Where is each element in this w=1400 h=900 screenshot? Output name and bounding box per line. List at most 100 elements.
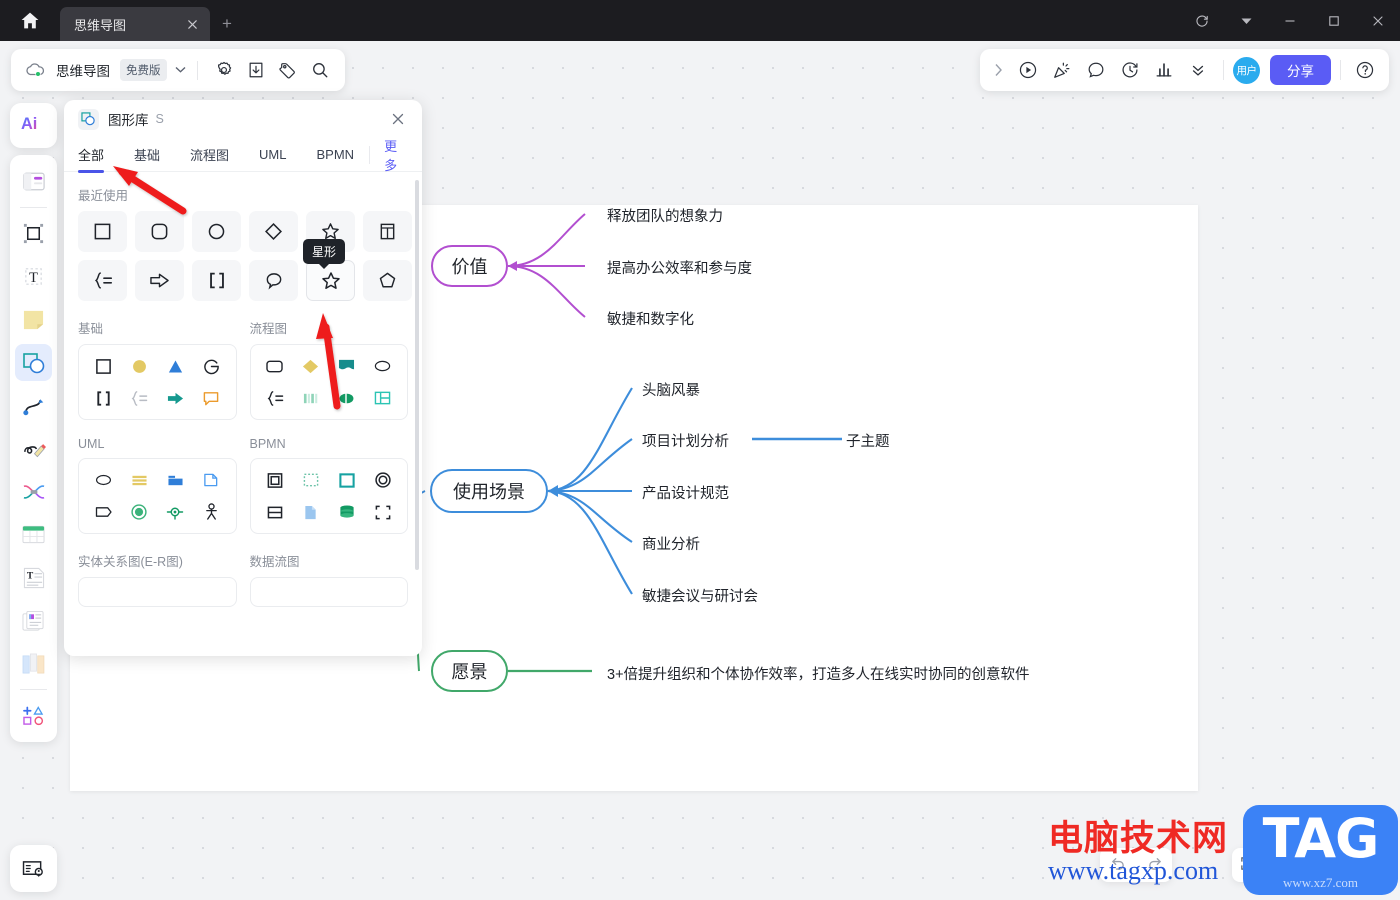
mindmap-leaf-1-4[interactable]: 敏捷会议与研讨会 [642,585,758,606]
download-icon[interactable] [241,55,271,85]
table-split-shape[interactable] [367,386,399,410]
mindmap-node-root-1[interactable]: 使用场景 [430,469,548,513]
tab-uml[interactable]: UML [259,147,286,162]
mindmap-subtopic[interactable]: 子主题 [846,430,890,451]
document-name[interactable]: 思维导图 [56,60,110,80]
sidebar-item-connector-tool[interactable] [15,387,52,424]
expand-chevron-right-icon[interactable] [986,55,1010,85]
terminator-ellipse-shape[interactable] [367,354,399,378]
share-button[interactable]: 分享 [1270,55,1331,85]
sidebar-item-presentation-board-tool[interactable] [10,845,57,892]
search-icon[interactable] [305,55,335,85]
block-arrow-shape[interactable] [135,260,184,301]
close-window-button[interactable] [1356,0,1400,41]
sidebar-item-template-tool[interactable] [15,163,52,200]
avatar[interactable]: 用户 [1233,56,1260,84]
comment-icon[interactable] [1079,55,1112,85]
triangle-filled-shape[interactable] [159,354,191,378]
uml-note-shape[interactable] [195,468,227,492]
decision-diamond-shape[interactable] [295,354,327,378]
square-shape[interactable] [78,211,127,252]
sidebar-item-text-doc-tool[interactable]: T [15,559,52,596]
uml-package-shape[interactable] [159,468,191,492]
bpmn-end-event-shape[interactable] [367,468,399,492]
mindmap-leaf-1-3[interactable]: 商业分析 [642,533,700,554]
sidebar-item-card-tool[interactable] [15,602,52,639]
sidebar-item-ai-tool[interactable]: Ai [15,109,52,142]
uml-ellipse-shape[interactable] [87,468,119,492]
close-icon[interactable] [182,14,202,34]
tab-bpmn[interactable]: BPMN [317,147,355,162]
mindmap-leaf-2-0[interactable]: 3+倍提升组织和个体协作效率，打造多人在线实时协同的创意软件 [607,663,1030,684]
brace-equals-shape[interactable] [78,260,127,301]
uml-end-state-shape[interactable] [123,500,155,524]
mindmap-leaf-0-2[interactable]: 敏捷和数字化 [607,308,694,329]
more-tabs-link[interactable]: 更多 [384,136,408,174]
split-oval-shape[interactable] [331,386,363,410]
parallel-bars-shape[interactable] [295,386,327,410]
sidebar-item-sticky-note-tool[interactable] [15,301,52,338]
browser-tab[interactable]: 思维导图 [60,7,210,41]
process-rounded-shape[interactable] [259,354,291,378]
brace-equals-shape[interactable] [123,386,155,410]
bpmn-data-store-shape[interactable] [331,500,363,524]
sidebar-item-table-tool[interactable] [15,516,52,553]
refresh-icon[interactable] [1180,0,1224,41]
uml-lines-shape[interactable] [123,468,155,492]
tab-flowchart[interactable]: 流程图 [190,145,229,164]
bpmn-lane-shape[interactable] [259,500,291,524]
callout-shape[interactable] [195,386,227,410]
shape-library-body[interactable]: 最近使用 基础 流程图 UML BPMN 实体关系图(E-R图) 数据流图 [64,172,422,656]
maximize-button[interactable] [1312,0,1356,41]
table-shape[interactable] [363,211,412,252]
close-icon[interactable] [388,109,408,129]
sidebar-item-more-shapes-tool[interactable] [15,697,52,734]
tab-basic[interactable]: 基础 [134,145,160,164]
chart-stats-icon[interactable] [1147,55,1180,85]
rounded-rect-shape[interactable] [135,211,184,252]
star-shape[interactable] [306,260,355,301]
diamond-shape[interactable] [249,211,298,252]
document-flag-shape[interactable] [331,354,363,378]
bpmn-group-shape[interactable] [367,500,399,524]
sidebar-item-frame-tool[interactable] [15,215,52,252]
mindmap-leaf-1-0[interactable]: 头脑风暴 [642,379,700,400]
circle-filled-shape[interactable] [123,354,155,378]
sidebar-item-pen-tool[interactable] [15,430,52,467]
history-icon[interactable] [1113,55,1146,85]
help-circle-icon[interactable] [1350,55,1380,85]
mindmap-node-root-0[interactable]: 价值 [431,245,508,287]
sidebar-item-kanban-tool[interactable] [15,645,52,682]
left-toolbar[interactable]: T T [10,155,57,742]
left-toolbar-ai[interactable]: Ai [10,103,57,148]
mindmap-leaf-1-1[interactable]: 项目计划分析 [642,430,729,451]
shape-panel-scrollbar[interactable] [415,180,419,570]
brackets-shape[interactable] [192,260,241,301]
pentagon-shape[interactable] [363,260,412,301]
bpmn-dashed-box-shape[interactable] [295,468,327,492]
mindmap-leaf-0-1[interactable]: 提高办公效率和参与度 [607,257,752,278]
tag-icon[interactable] [273,55,303,85]
bpmn-subprocess-shape[interactable] [259,468,291,492]
minimize-button[interactable] [1268,0,1312,41]
sidebar-item-shape-tool[interactable] [15,344,52,381]
mindmap-node-root-2[interactable]: 愿景 [431,650,508,692]
arrow-filled-shape[interactable] [159,386,191,410]
chevron-down-icon[interactable] [175,65,186,75]
settings-gear-icon[interactable] [209,55,239,85]
mindmap-leaf-1-2[interactable]: 产品设计规范 [642,482,729,503]
chevron-down-icon[interactable] [1224,0,1268,41]
double-chevron-down-icon[interactable] [1181,55,1214,85]
speech-bubble-shape[interactable] [249,260,298,301]
brackets-shape[interactable] [87,386,119,410]
home-button[interactable] [0,0,60,41]
uml-junction-shape[interactable] [159,500,191,524]
bpmn-data-object-shape[interactable] [295,500,327,524]
plan-badge[interactable]: 免费版 [120,59,167,81]
square-shape[interactable] [87,354,119,378]
bpmn-task-shape[interactable] [331,468,363,492]
sidebar-item-mindmap-tool[interactable] [15,473,52,510]
uml-flag-shape[interactable] [87,500,119,524]
play-presentation-icon[interactable] [1011,55,1044,85]
sidebar-item-text-tool[interactable]: T [15,258,52,295]
